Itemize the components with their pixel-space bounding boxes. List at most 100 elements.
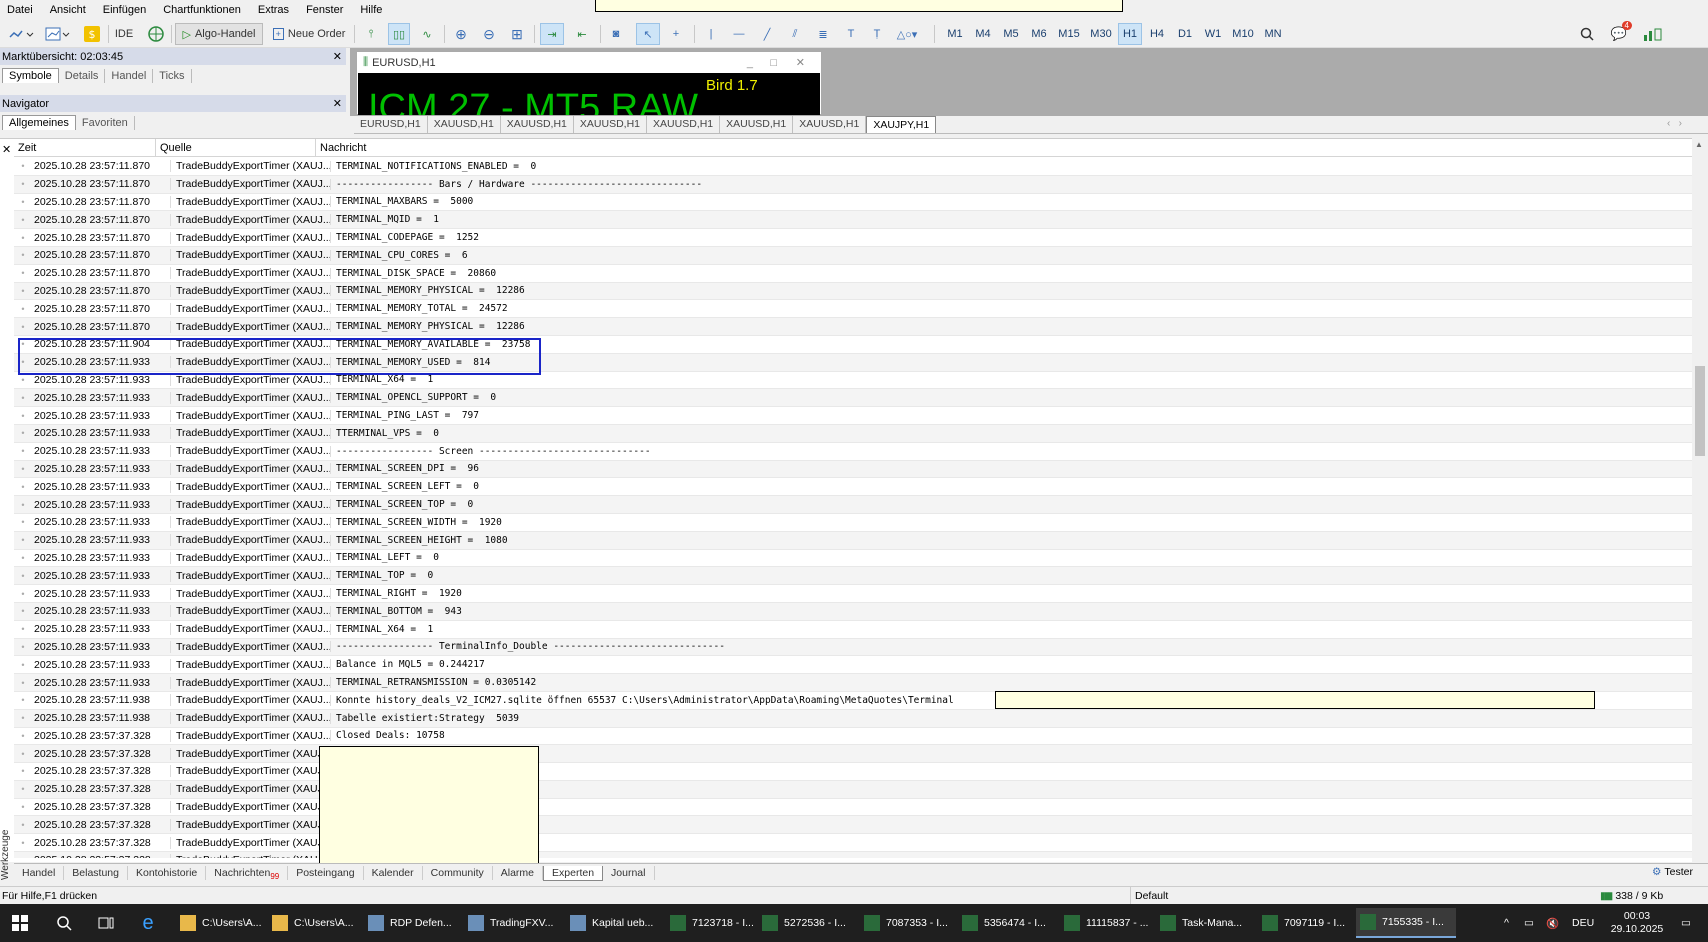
ide-button[interactable]: IDE bbox=[113, 23, 135, 45]
action-center-icon[interactable]: ▭ bbox=[1672, 908, 1700, 938]
taskbar-app[interactable]: Task-Mana... bbox=[1156, 908, 1258, 938]
taskbar-app[interactable]: 11115837 - ... bbox=[1060, 908, 1156, 938]
timeframe-m30[interactable]: M30 bbox=[1086, 23, 1116, 45]
timeframe-mn[interactable]: MN bbox=[1260, 23, 1286, 45]
zoom-out-icon[interactable]: ⊖ bbox=[478, 23, 500, 45]
log-row[interactable]: •2025.10.28 23:57:37.328TradeBuddyExport… bbox=[14, 745, 1692, 764]
toolbox-tab-kalender[interactable]: Kalender bbox=[364, 866, 423, 880]
timeframe-m1[interactable]: M1 bbox=[942, 23, 968, 45]
taskbar-app[interactable]: 7097119 - I... bbox=[1258, 908, 1356, 938]
close-icon[interactable]: ✕ bbox=[2, 143, 11, 156]
tab-allgemeines[interactable]: Allgemeines bbox=[2, 115, 76, 130]
log-row[interactable]: • 2025.10.28 23:57:11.933 TradeBuddyExport… bbox=[14, 478, 1692, 497]
timeframe-m15[interactable]: M15 bbox=[1054, 23, 1084, 45]
search-icon[interactable] bbox=[1576, 23, 1598, 45]
log-row[interactable]: •2025.10.28 23:57:37.328TradeBuddyExport… bbox=[14, 852, 1692, 858]
toolbox-tab-journal[interactable]: Journal bbox=[603, 866, 655, 880]
channel-icon[interactable]: ⫽ bbox=[784, 23, 806, 45]
log-row[interactable]: • 2025.10.28 23:57:11.870 TradeBuddyExport… bbox=[14, 158, 1692, 176]
chart-type-icon[interactable] bbox=[6, 23, 36, 45]
taskbar-app[interactable]: 7123718 - I... bbox=[666, 908, 758, 938]
toolbox-tab-handel[interactable]: Handel bbox=[14, 866, 65, 880]
chart-shift-icon[interactable]: ⇤ bbox=[570, 23, 594, 45]
task-view-icon[interactable] bbox=[94, 908, 118, 938]
log-row[interactable]: • 2025.10.28 23:57:11.938 TradeBuddyExport… bbox=[14, 709, 1692, 728]
log-row[interactable]: • 2025.10.28 23:57:11.870 TradeBuddyExport… bbox=[14, 229, 1692, 247]
text-icon[interactable]: T bbox=[840, 23, 862, 45]
toolbox-tab-nachrichten[interactable]: Nachrichten99 bbox=[206, 866, 289, 881]
close-icon[interactable]: ✕ bbox=[333, 97, 342, 110]
log-row[interactable]: • 2025.10.28 23:57:11.870 TradeBuddyExport… bbox=[14, 300, 1692, 319]
minimize-icon[interactable]: _ bbox=[747, 57, 753, 69]
toolbox-tab-experten[interactable]: Experten bbox=[543, 865, 604, 881]
globe-icon[interactable] bbox=[145, 23, 167, 45]
timeframe-h4[interactable]: H4 bbox=[1144, 23, 1170, 45]
log-row[interactable]: • 2025.10.28 23:57:11.870 TradeBuddyExport… bbox=[14, 246, 1692, 265]
horizontal-line-icon[interactable]: — bbox=[728, 23, 750, 45]
log-row[interactable]: •2025.10.28 23:57:37.328TradeBuddyExport… bbox=[14, 799, 1692, 817]
log-row[interactable]: •2025.10.28 23:57:37.328TradeBuddyExport… bbox=[14, 728, 1692, 746]
shapes-icon[interactable]: △○▾ bbox=[892, 23, 922, 45]
taskbar-app[interactable]: 7087353 - I... bbox=[860, 908, 958, 938]
windows-start-icon[interactable] bbox=[8, 908, 32, 938]
log-row[interactable]: • 2025.10.28 23:57:11.933 TradeBuddyExport… bbox=[14, 424, 1692, 443]
taskbar-app[interactable]: 5356474 - I... bbox=[958, 908, 1060, 938]
chart-tab[interactable]: XAUUSD,H1 bbox=[647, 116, 721, 133]
timeframe-h1[interactable]: H1 bbox=[1118, 23, 1142, 45]
log-row[interactable]: • 2025.10.28 23:57:11.933 TradeBuddyExport… bbox=[14, 567, 1692, 586]
menu-item-6[interactable]: Hilfe bbox=[353, 4, 392, 16]
chart-tab[interactable]: EURUSD,H1 bbox=[354, 116, 428, 133]
log-row[interactable]: • 2025.10.28 23:57:11.933 TradeBuddyExport… bbox=[14, 407, 1692, 425]
chart-tab[interactable]: XAUUSD,H1 bbox=[574, 116, 648, 133]
bar-chart-icon[interactable]: ⫯ bbox=[360, 23, 382, 45]
tile-windows-icon[interactable]: ⊞ bbox=[506, 23, 528, 45]
tab-handel[interactable]: Handel bbox=[105, 69, 154, 83]
toolbox-tab-community[interactable]: Community bbox=[423, 866, 493, 880]
menu-item-3[interactable]: Chartfunktionen bbox=[156, 4, 251, 16]
tab-details[interactable]: Details bbox=[59, 69, 106, 83]
timeframe-m5[interactable]: M5 bbox=[998, 23, 1024, 45]
template-icon[interactable] bbox=[42, 23, 72, 45]
log-row[interactable]: • 2025.10.28 23:57:11.933 TradeBuddyExport… bbox=[14, 638, 1692, 657]
chart-tab[interactable]: XAUUSD,H1 bbox=[501, 116, 574, 133]
timeframe-m4[interactable]: M4 bbox=[970, 23, 996, 45]
chart-tab[interactable]: XAUUSD,H1 bbox=[428, 116, 501, 133]
trendline-icon[interactable]: ╱ bbox=[756, 23, 778, 45]
log-row[interactable]: • 2025.10.28 23:57:11.933 TradeBuddyExport… bbox=[14, 674, 1692, 692]
chart-tab[interactable]: XAUUSD,H1 bbox=[720, 116, 794, 133]
menu-item-2[interactable]: Einfügen bbox=[96, 4, 156, 16]
taskbar-app[interactable]: 5272536 - I... bbox=[758, 908, 860, 938]
scrollbar-thumb[interactable] bbox=[1695, 366, 1705, 456]
log-row[interactable]: • 2025.10.28 23:57:11.933 TradeBuddyExport… bbox=[14, 585, 1692, 603]
column-header-message[interactable]: Nachricht bbox=[316, 139, 1692, 156]
log-scrollbar[interactable]: ▲ bbox=[1692, 138, 1708, 862]
taskbar-app[interactable]: Kapital ueb... bbox=[566, 908, 666, 938]
tab-favoriten[interactable]: Favoriten bbox=[76, 116, 135, 130]
tray-chevron-icon[interactable]: ^ bbox=[1504, 908, 1509, 938]
timeframe-w1[interactable]: W1 bbox=[1200, 23, 1226, 45]
taskbar-app[interactable]: TradingFXV... bbox=[464, 908, 566, 938]
fibonacci-icon[interactable]: ≣ bbox=[812, 23, 834, 45]
crosshair-icon[interactable]: + bbox=[664, 23, 688, 45]
log-row[interactable]: • 2025.10.28 23:57:11.933 TradeBuddyExport… bbox=[14, 621, 1692, 639]
log-row[interactable]: •2025.10.28 23:57:37.328TradeBuddyExport… bbox=[14, 834, 1692, 853]
menu-item-4[interactable]: Extras bbox=[251, 4, 299, 16]
tester-button[interactable]: ⚙ Tester bbox=[1652, 866, 1693, 878]
chart-tabs-scroll[interactable]: ‹ › bbox=[1667, 118, 1682, 129]
log-row[interactable]: • 2025.10.28 23:57:11.870 TradeBuddyExport… bbox=[14, 318, 1692, 336]
log-row[interactable]: •2025.10.28 23:57:37.328TradeBuddyExport… bbox=[14, 780, 1692, 799]
log-row[interactable]: • 2025.10.28 23:57:11.870 TradeBuddyExport… bbox=[14, 175, 1692, 194]
log-row[interactable]: • 2025.10.28 23:57:11.870 TradeBuddyExport… bbox=[14, 265, 1692, 283]
log-row[interactable]: • 2025.10.28 23:57:11.870 TradeBuddyExport… bbox=[14, 194, 1692, 212]
log-row[interactable]: • 2025.10.28 23:57:11.870 TradeBuddyExport… bbox=[14, 282, 1692, 301]
cursor-icon[interactable]: ↖ bbox=[636, 23, 660, 45]
vertical-line-icon[interactable]: | bbox=[700, 23, 722, 45]
clock[interactable]: 00:03 29.10.2025 bbox=[1602, 908, 1672, 938]
toolbox-tab-belastung[interactable]: Belastung bbox=[64, 866, 128, 880]
taskbar-app[interactable]: RDP Defen... bbox=[364, 908, 464, 938]
chart-window[interactable]: ⫼ EURUSD,H1 _ □ ✕ ICM 27 - MT5 RAW Bird … bbox=[356, 51, 822, 115]
menu-item-0[interactable]: Datei bbox=[0, 4, 43, 16]
column-header-time[interactable]: Zeit bbox=[14, 139, 156, 156]
search-icon[interactable] bbox=[52, 908, 76, 938]
log-row[interactable]: • 2025.10.28 23:57:11.933 TradeBuddyExport… bbox=[14, 389, 1692, 408]
